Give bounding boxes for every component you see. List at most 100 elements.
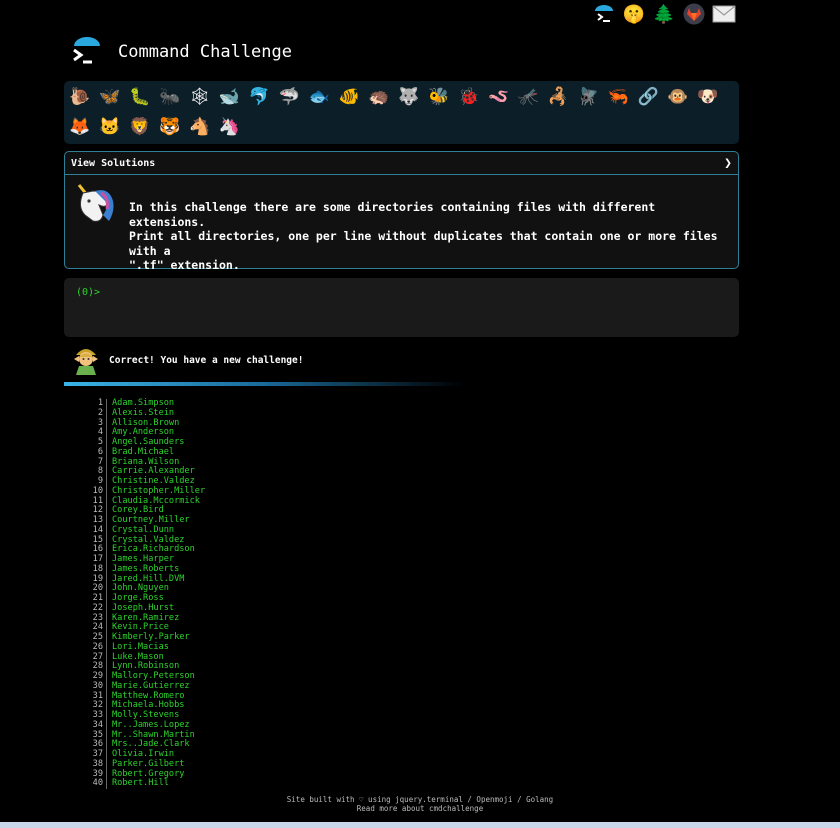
output-line: 39 Robert.Gregory bbox=[80, 769, 280, 780]
output-line: 36 Mrs..Jade.Clark bbox=[80, 739, 280, 750]
level-butterfly-icon[interactable]: 🦋 bbox=[98, 85, 122, 109]
gutter-divider bbox=[106, 759, 107, 770]
gitlab-icon[interactable] bbox=[682, 2, 706, 26]
level-worm-icon[interactable]: 🪱 bbox=[487, 85, 511, 109]
progress-bar bbox=[64, 382, 464, 386]
level-dog-icon[interactable]: 🐶 bbox=[696, 85, 720, 109]
output-line: 40 Robert.Hill bbox=[80, 778, 280, 789]
level-mosquito-icon[interactable]: 🦟 bbox=[517, 85, 541, 109]
challenge-line: ".tf" extension. bbox=[129, 258, 240, 272]
output-line: 27 Luke.Mason bbox=[80, 652, 280, 663]
level-bee-icon[interactable]: 🐝 bbox=[427, 85, 451, 109]
output-line: 25 Kimberly.Parker bbox=[80, 632, 280, 643]
gutter-divider bbox=[106, 516, 107, 526]
output-line: 22 Joseph.Hurst bbox=[80, 603, 280, 614]
level-lion-icon[interactable]: 🦁 bbox=[128, 115, 152, 139]
gutter-divider bbox=[106, 613, 107, 624]
level-spider-web-icon[interactable]: 🕸 bbox=[188, 85, 212, 109]
level-monkey-icon[interactable]: 🐵 bbox=[666, 85, 690, 109]
directory-name: Robert.Hill bbox=[112, 778, 169, 789]
gutter-divider bbox=[106, 672, 107, 682]
level-whale-icon[interactable]: 🐋 bbox=[218, 85, 242, 109]
gutter-divider bbox=[106, 428, 107, 438]
level-fly-icon[interactable]: 🪰 bbox=[576, 85, 600, 109]
gutter-divider bbox=[106, 740, 107, 750]
terminal-prompt: (0)> bbox=[76, 287, 101, 298]
gutter-divider bbox=[106, 750, 107, 760]
level-wolf-icon[interactable]: 🐺 bbox=[397, 85, 421, 109]
gutter-divider bbox=[106, 594, 107, 604]
shush-emoji-icon[interactable]: 🤫 bbox=[622, 2, 646, 26]
level-ladybug-icon[interactable]: 🐞 bbox=[457, 85, 481, 109]
gutter-divider bbox=[106, 535, 107, 546]
gutter-divider bbox=[106, 691, 107, 702]
challenge-panel: View Solutions ❯ In this challenge there… bbox=[64, 151, 739, 272]
feedback-message: Correct! You have a new challenge! bbox=[72, 345, 303, 375]
gutter-divider bbox=[106, 642, 107, 653]
terminal-output: 1 Adam.Simpson 2 Alexis.Stein 3 Allison.Brown… bbox=[80, 398, 280, 791]
footer-about-link[interactable]: Read more about cmdchallenge bbox=[0, 804, 840, 813]
logo-icon[interactable] bbox=[70, 36, 102, 68]
gutter-divider bbox=[106, 477, 107, 487]
level-unicorn-icon[interactable]: 🦄 bbox=[218, 115, 242, 139]
gutter-divider bbox=[106, 779, 107, 789]
gutter-divider bbox=[106, 525, 107, 536]
level-hedgehog-icon[interactable]: 🦔 bbox=[367, 85, 391, 109]
level-shrimp-icon[interactable]: 🦐 bbox=[606, 85, 630, 109]
gutter-divider bbox=[106, 545, 107, 555]
gutter-divider bbox=[106, 720, 107, 731]
gutter-divider bbox=[106, 652, 107, 663]
output-line: 5 Angel.Saunders bbox=[80, 437, 280, 448]
level-fish-icon[interactable]: 🐟 bbox=[307, 85, 331, 109]
gutter-divider bbox=[106, 662, 107, 672]
footer-credits-link[interactable]: Site built with ♡ using jquery.terminal … bbox=[0, 795, 840, 804]
gutter-divider bbox=[106, 418, 107, 429]
view-solutions-label: View Solutions bbox=[71, 157, 156, 169]
level-ant-icon[interactable]: 🐜 bbox=[158, 85, 182, 109]
gutter-divider bbox=[106, 633, 107, 643]
level-snail-icon[interactable]: 🐌 bbox=[68, 85, 92, 109]
output-line: 6 Brad.Michael bbox=[80, 447, 280, 458]
gutter-divider bbox=[106, 711, 107, 721]
terminal-input[interactable]: (0)> bbox=[64, 278, 739, 337]
view-solutions-toggle[interactable]: View Solutions ❯ bbox=[65, 152, 738, 175]
level-shark-icon[interactable]: 🦈 bbox=[277, 85, 301, 109]
level-horse-icon[interactable]: 🐴 bbox=[188, 115, 212, 139]
level-tiger-icon[interactable]: 🐯 bbox=[158, 115, 182, 139]
chevron-right-icon[interactable]: ❯ bbox=[724, 156, 732, 171]
output-line: 17 James.Harper bbox=[80, 554, 280, 565]
output-line: 19 Jared.Hill.DVM bbox=[80, 574, 280, 585]
level-tropical-fish-icon[interactable]: 🐠 bbox=[337, 85, 361, 109]
gutter-divider bbox=[106, 681, 107, 692]
gutter-divider bbox=[106, 564, 107, 575]
window-bottom-strip bbox=[0, 822, 840, 828]
elf-icon bbox=[72, 345, 100, 375]
level-icons-panel: 🐌 🦋 🐛 🐜 🕸 🐋 🐬 🦈 🐟 🐠 🦔 🐺 🐝 🐞 🪱 🦟 🦂 🪰 🦐 🔗 🐵 🐶 🦊 🐱 🦁 🐯 🐴 🦄 bbox=[64, 81, 739, 144]
level-caterpillar-icon[interactable]: 🐛 bbox=[128, 85, 152, 109]
level-dolphin-icon[interactable]: 🐬 bbox=[247, 85, 271, 109]
gutter-divider bbox=[106, 574, 107, 585]
output-line: 26 Lori.Macias bbox=[80, 642, 280, 653]
output-line: 21 Jorge.Ross bbox=[80, 593, 280, 604]
gutter-divider bbox=[106, 447, 107, 458]
output-line: 1 Adam.Simpson bbox=[80, 398, 280, 409]
gutter-divider bbox=[106, 730, 107, 741]
top-icon-bar: 🤫 🌲 bbox=[592, 2, 736, 26]
level-scorpion-icon[interactable]: 🦂 bbox=[546, 85, 570, 109]
level-cat-icon[interactable]: 🐱 bbox=[98, 115, 122, 139]
mail-icon[interactable] bbox=[712, 2, 736, 26]
feedback-text: Correct! You have a new challenge! bbox=[109, 354, 304, 366]
tree-icon[interactable]: 🌲 bbox=[652, 2, 676, 26]
gutter-divider bbox=[106, 496, 107, 507]
challenge-line: Print all directories, one per line with… bbox=[129, 229, 718, 258]
page-title: Command Challenge bbox=[118, 42, 292, 62]
level-fox-icon[interactable]: 🦊 bbox=[68, 115, 92, 139]
line-number: 40 bbox=[92, 778, 103, 789]
terminal-icon[interactable] bbox=[592, 2, 616, 26]
site-header: Command Challenge bbox=[70, 36, 292, 68]
level-link-icon[interactable]: 🔗 bbox=[636, 85, 660, 109]
gutter-divider bbox=[106, 555, 107, 565]
gutter-divider bbox=[106, 623, 107, 633]
gutter-divider bbox=[106, 603, 107, 614]
gutter-divider bbox=[106, 584, 107, 594]
